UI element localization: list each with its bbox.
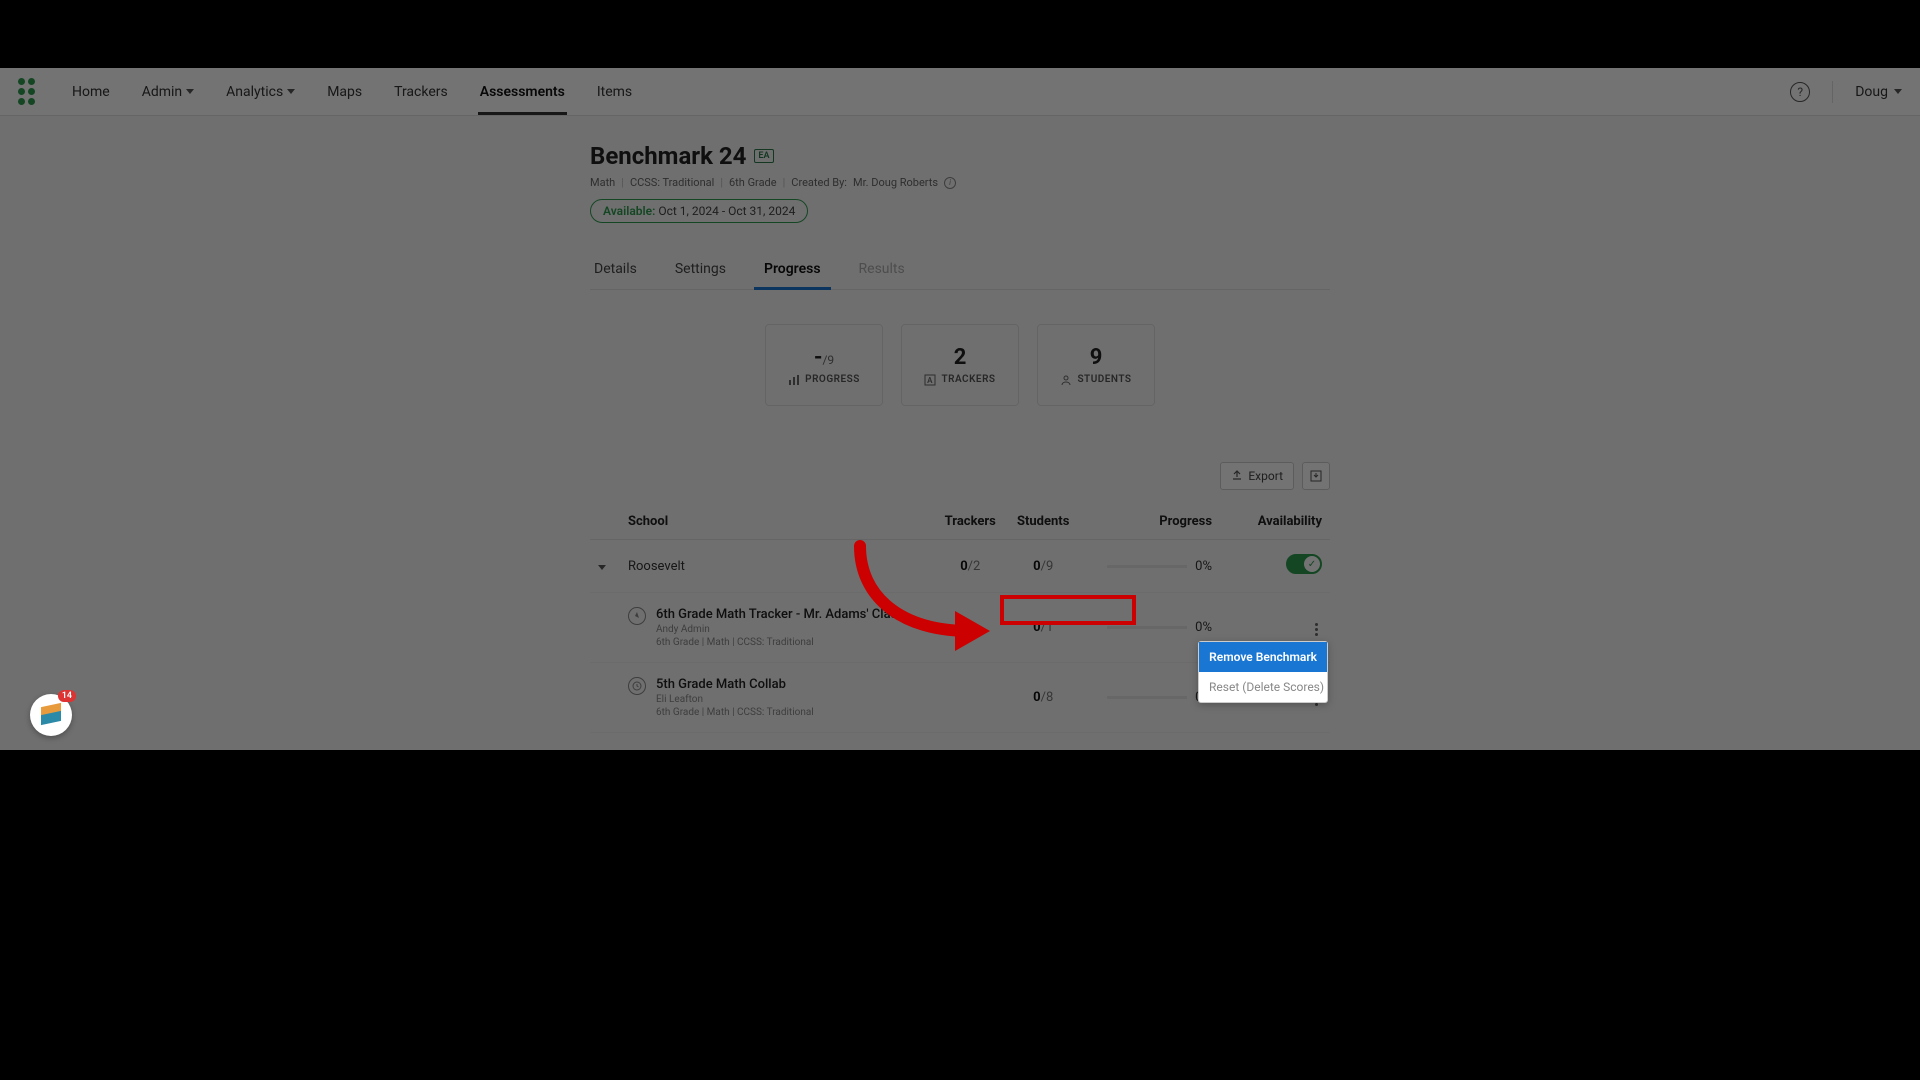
availability-toggle[interactable]: ✓ [1286, 554, 1322, 574]
check-icon: ✓ [1304, 556, 1320, 572]
meta-created-by: Mr. Doug Roberts [853, 176, 938, 189]
menu-remove-benchmark[interactable]: Remove Benchmark [1199, 642, 1327, 672]
logo-icon [18, 78, 42, 105]
svg-text:A: A [928, 376, 934, 385]
nav-maps[interactable]: Maps [325, 70, 364, 114]
nav-items[interactable]: Items [595, 70, 634, 114]
meta-grade: 6th Grade [729, 176, 777, 189]
download-button[interactable] [1302, 462, 1330, 490]
th-progress: Progress [1080, 504, 1220, 540]
download-icon [1309, 469, 1323, 483]
school-trackers-den: /2 [968, 559, 981, 574]
app-window: Home Admin Analytics Maps Trackers Asses… [0, 68, 1920, 750]
user-menu[interactable]: Doug [1855, 84, 1902, 100]
students-icon [1060, 374, 1072, 386]
tracker-name[interactable]: 6th Grade Math Tracker - Mr. Adams' Clas… [656, 607, 904, 622]
row-menu: Remove Benchmark Reset (Delete Scores) [1198, 641, 1328, 703]
chevron-down-icon [1894, 89, 1902, 94]
tracker-owner: Andy Admin [656, 624, 904, 635]
tabs: Details Settings Progress Results [590, 251, 1330, 290]
stats-row: - /9 PROGRESS 2 A TRACKERS [590, 324, 1330, 406]
chevron-down-icon[interactable] [598, 565, 606, 570]
layers-icon [39, 705, 63, 725]
tracker-icon: A [924, 374, 936, 386]
stat-trackers: 2 A TRACKERS [901, 324, 1019, 406]
school-trackers-num: 0 [960, 559, 967, 574]
chevron-down-icon [287, 89, 295, 94]
top-nav: Home Admin Analytics Maps Trackers Asses… [0, 68, 1920, 116]
th-students: Students [1006, 504, 1080, 540]
tab-settings[interactable]: Settings [671, 251, 730, 289]
stat-trackers-label: TRACKERS [941, 374, 995, 385]
tracker-meta: 6th Grade | Math | CCSS: Traditional [656, 637, 904, 648]
meta-line: Math | CCSS: Traditional | 6th Grade | C… [590, 176, 1330, 189]
nav-home[interactable]: Home [70, 70, 112, 114]
progress-bar [1107, 565, 1187, 568]
tab-details[interactable]: Details [590, 251, 641, 289]
user-name: Doug [1855, 84, 1888, 100]
page-title: Benchmark 24 [590, 142, 746, 170]
tracker-students-den: /1 [1041, 620, 1054, 635]
school-row[interactable]: Roosevelt 0/2 0/9 0% ✓ [590, 540, 1330, 593]
th-trackers: Trackers [934, 504, 1006, 540]
availability-pill: Available: Oct 1, 2024 - Oct 31, 2024 [590, 199, 808, 223]
stat-students-label: STUDENTS [1077, 374, 1131, 385]
help-icon[interactable]: ? [1790, 82, 1810, 102]
menu-reset-scores[interactable]: Reset (Delete Scores) [1199, 672, 1327, 702]
divider [1832, 81, 1833, 103]
nav-analytics-label: Analytics [226, 84, 283, 100]
school-students-den: /9 [1041, 559, 1054, 574]
bar-chart-icon [788, 374, 800, 386]
school-progress: 0% [1195, 559, 1212, 574]
th-availability: Availability [1220, 504, 1330, 540]
stat-students-value: 9 [1090, 345, 1103, 370]
main-content: Benchmark 24 EA Math | CCSS: Traditional… [590, 116, 1330, 733]
export-icon [1231, 470, 1243, 482]
export-label: Export [1248, 469, 1283, 483]
tab-progress[interactable]: Progress [760, 251, 825, 289]
tracker-progress: 0% [1195, 620, 1212, 635]
th-school: School [620, 504, 934, 540]
row-menu-button[interactable]: Remove Benchmark Reset (Delete Scores) [1311, 619, 1322, 640]
nav-admin-label: Admin [142, 84, 182, 100]
nav-trackers[interactable]: Trackers [392, 70, 450, 114]
tracker-students-num: 0 [1033, 690, 1040, 705]
meta-standard: CCSS: Traditional [630, 176, 714, 189]
stat-trackers-value: 2 [954, 345, 967, 370]
nav-analytics[interactable]: Analytics [224, 70, 297, 114]
availability-label: Available: [603, 204, 655, 218]
availability-dates: Oct 1, 2024 - Oct 31, 2024 [658, 204, 795, 218]
tracker-students-den: /8 [1041, 690, 1054, 705]
help-widget[interactable]: 14 [30, 694, 72, 736]
tracker-name[interactable]: 5th Grade Math Collab [656, 677, 814, 692]
chevron-down-icon [186, 89, 194, 94]
ea-badge: EA [754, 149, 773, 163]
school-name: Roosevelt [620, 540, 934, 593]
export-button[interactable]: Export [1220, 462, 1294, 490]
progress-bar [1107, 696, 1187, 699]
stat-progress-denom: /9 [822, 353, 834, 367]
tracker-students-num: 0 [1033, 620, 1040, 635]
stat-progress: - /9 PROGRESS [765, 324, 883, 406]
progress-table: School Trackers Students Progress Availa… [590, 504, 1330, 733]
stat-progress-value: - [814, 345, 823, 370]
tab-results: Results [855, 251, 909, 289]
widget-badge: 14 [58, 690, 76, 702]
meta-subject: Math [590, 176, 615, 189]
meta-created-by-label: Created By: [791, 176, 847, 189]
stat-progress-label: PROGRESS [805, 374, 860, 385]
nav-assessments[interactable]: Assessments [478, 70, 567, 114]
compass-icon [628, 607, 646, 625]
clock-icon [628, 677, 646, 695]
tracker-row: 6th Grade Math Tracker - Mr. Adams' Clas… [590, 593, 1330, 663]
tracker-meta: 6th Grade | Math | CCSS: Traditional [656, 707, 814, 718]
info-icon[interactable]: i [944, 177, 956, 189]
progress-bar [1107, 626, 1187, 629]
school-students-num: 0 [1033, 559, 1040, 574]
nav-admin[interactable]: Admin [140, 70, 196, 114]
stat-students: 9 STUDENTS [1037, 324, 1155, 406]
table-toolbar: Export [590, 462, 1330, 490]
tracker-owner: Eli Leafton [656, 694, 814, 705]
